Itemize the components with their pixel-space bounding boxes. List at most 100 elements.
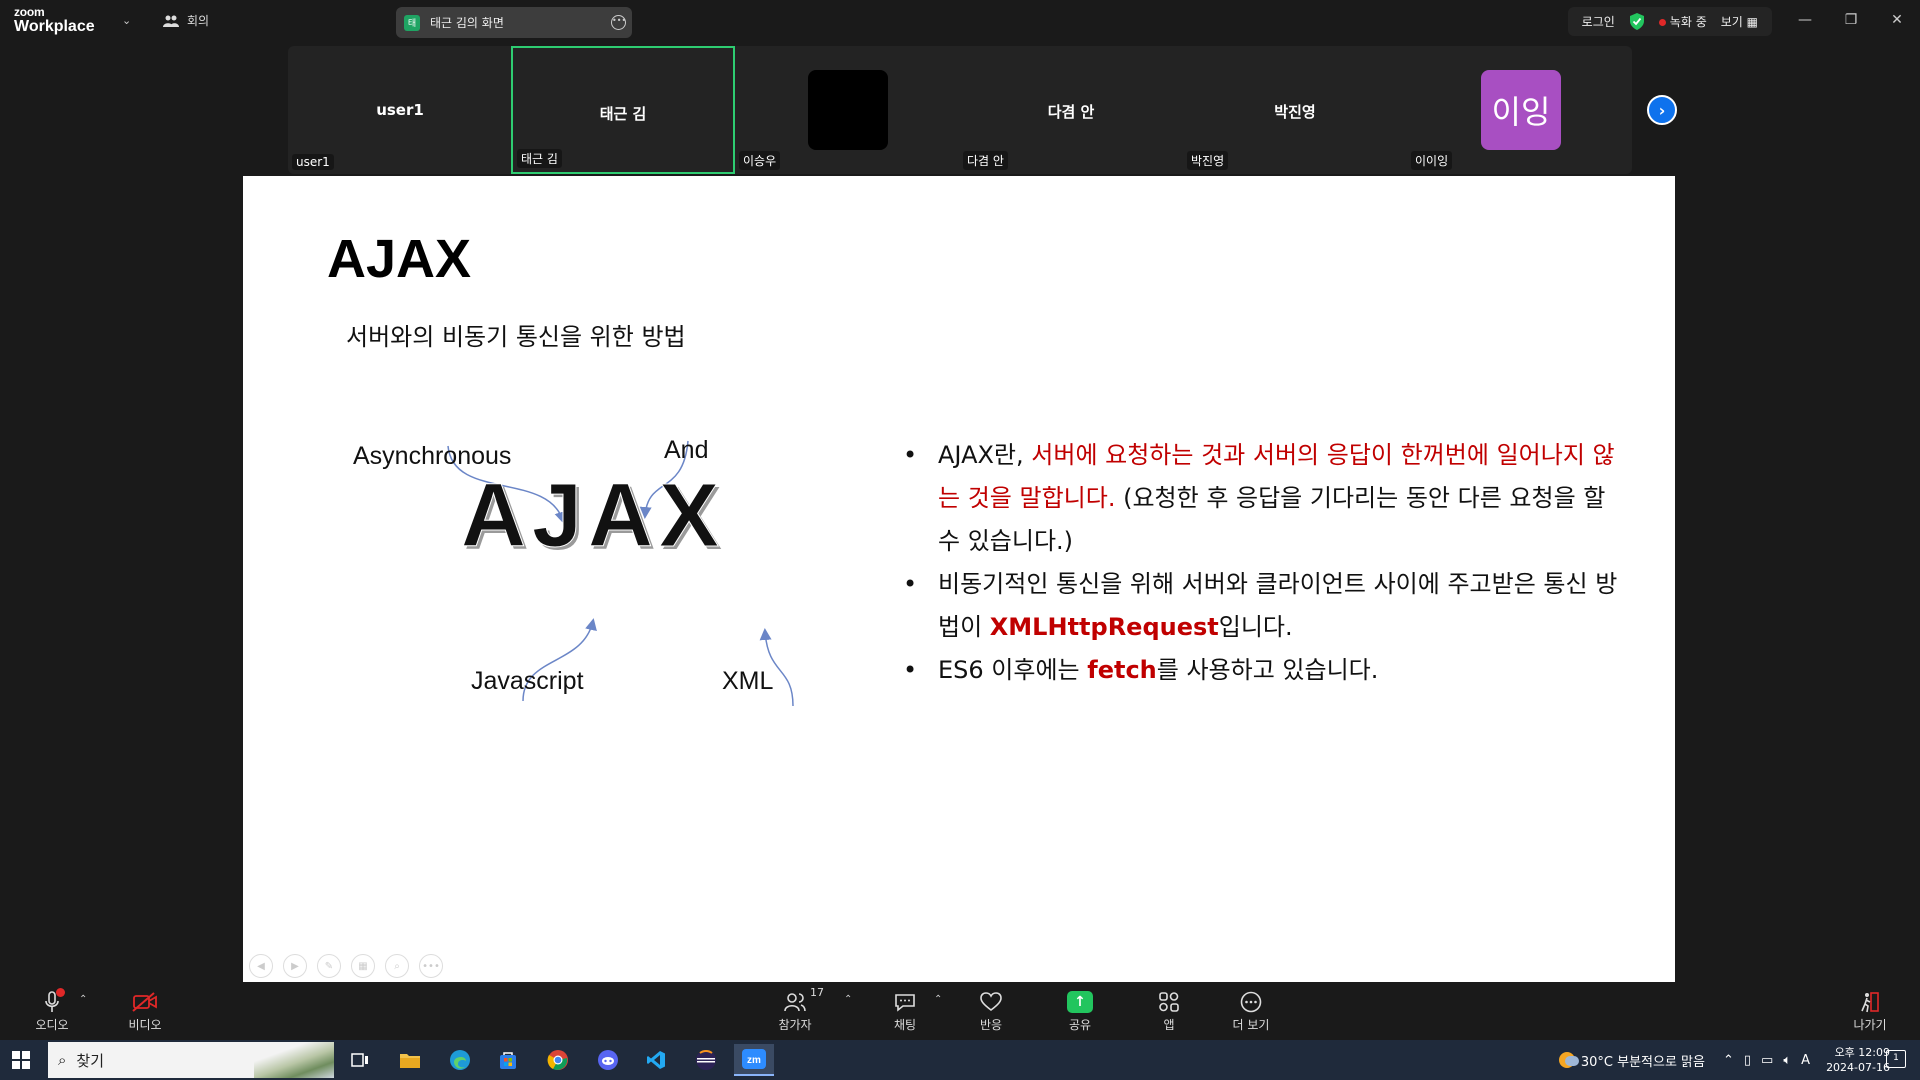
sharer-badge: 태 [404,14,420,31]
slide-subtitle: 서버와의 비동기 통신을 위한 방법 [346,323,686,351]
video-button[interactable]: 비디오 [110,988,180,1033]
apps-button[interactable]: 앱 [1134,988,1204,1033]
audio-button[interactable]: 오디오 [17,988,87,1033]
zoom-app-icon[interactable]: zm [734,1044,774,1076]
shield-check-icon[interactable] [1629,13,1645,30]
discord-icon[interactable] [588,1044,628,1076]
video-label: 비디오 [128,1018,162,1032]
bullet-item: ES6 이후에는 fetch를 사용하고 있습니다. [903,649,1623,692]
leave-button[interactable]: 나가기 [1835,988,1905,1033]
chat-button[interactable]: 채팅 [870,988,940,1033]
vscode-icon[interactable] [636,1044,676,1076]
participant-tile[interactable]: 다겸 안 다겸 안 [959,46,1183,174]
avatar: 이잉 [1481,70,1561,150]
meeting-button[interactable]: 회의 [163,12,209,29]
participants-icon [784,993,806,1012]
show-hidden-icons-chevron-icon[interactable]: ⌃ [1723,1053,1734,1068]
clock-time: 오후 12:09 [1834,1046,1890,1059]
participant-tile[interactable]: 박진영 박진영 [1183,46,1407,174]
share-screen-button[interactable]: ↑ 공유 [1045,988,1115,1033]
meeting-toolbar: 오디오 ⌃ 비디오 17 참가자 ⌃ 채팅 ⌃ 반응 ↑ 공유 앱 더 보기 나… [0,982,1920,1040]
window-controls: — ❐ ✕ [1782,0,1920,40]
notification-center-icon[interactable]: 1 [1886,1050,1906,1068]
restore-icon[interactable]: ❐ [1828,0,1874,40]
leave-label: 나가기 [1853,1018,1887,1032]
bullet-text: ES6 이후에는 [938,656,1088,684]
meeting-label: 회의 [187,14,210,28]
participants-label: 참가자 [778,1018,812,1032]
bullet-keyword: XMLHttpRequest [989,613,1219,641]
eclipse-icon[interactable] [686,1044,726,1076]
login-button[interactable]: 로그인 [1582,13,1615,30]
close-icon[interactable]: ✕ [1874,0,1920,40]
bullet-text: 를 사용하고 있습니다. [1156,656,1379,684]
bullet-text: 입니다. [1218,613,1293,641]
reactions-button[interactable]: 반응 [956,988,1026,1033]
view-label: 보기 [1720,15,1743,29]
windows-start-icon[interactable] [12,1051,30,1069]
logo-workplace-text: Workplace [14,18,95,35]
zoom-icon[interactable]: ⌕ [385,954,409,978]
search-highlight-image [254,1042,334,1078]
slideshow-tools: ◀ ▶ ✎ ▦ ⌕ ••• [249,954,443,978]
zoom-workplace-logo[interactable]: zoom Workplace [14,6,95,35]
minimize-icon[interactable]: — [1782,0,1828,40]
participant-tile-active-speaker[interactable]: 태근 김 태근 김 [511,46,735,174]
heart-icon [980,992,1002,1012]
participant-name: user1 [376,101,424,119]
edge-browser-icon[interactable] [440,1044,480,1076]
participant-name: 다겸 안 [1047,103,1095,121]
next-slide-icon[interactable]: ▶ [283,954,307,978]
chevron-down-icon[interactable]: ⌄ [122,14,131,27]
view-button[interactable]: 보기 ▦ [1721,13,1758,30]
participant-name: 태근 김 [599,105,647,123]
recording-status[interactable]: 녹화 중 [1658,13,1707,30]
top-bar: zoom Workplace ⌄ 회의 태 태근 김의 화면 ••• 로그인 녹… [0,0,1920,44]
ajax-diagram: AJAX AJAX Asynchronous And Javascript XM… [323,396,883,716]
svg-text:zm: zm [747,1055,761,1066]
more-button[interactable]: 더 보기 [1216,988,1286,1033]
screen-share-indicator[interactable]: 태 태근 김의 화면 ••• [396,7,632,38]
taskbar-search[interactable]: ⌕ 찾기 [48,1042,334,1078]
chat-icon [895,994,915,1012]
participant-strip: user1 user1 태근 김 태근 김 이승우 다겸 안 다겸 안 박진영 … [288,46,1632,174]
participants-button[interactable]: 17 참가자 [760,986,830,1033]
audio-options-chevron-icon[interactable]: ⌃ [79,994,87,1005]
participants-options-chevron-icon[interactable]: ⌃ [844,994,852,1005]
file-explorer-icon[interactable] [390,1044,430,1076]
participant-label: user1 [292,154,334,170]
microsoft-store-icon[interactable] [488,1044,528,1076]
more-icon[interactable]: ••• [419,954,443,978]
bullet-text: AJAX란, [938,441,1032,469]
windows-taskbar: ⌕ 찾기 zm 30°C 부분적으로 맑음 ⌃ ▯ ▭ 🔈︎ A 오후 12:0… [0,1040,1920,1080]
volume-icon[interactable]: 🔈︎ [1783,1053,1791,1068]
mic-alert-dot [56,988,65,997]
pen-icon[interactable]: ✎ [317,954,341,978]
more-options-icon[interactable]: ••• [611,15,626,30]
task-view-icon[interactable] [340,1044,380,1076]
diagram-label-xml: XML [722,667,774,695]
chrome-icon[interactable] [538,1044,578,1076]
share-label: 공유 [1068,1018,1092,1032]
taskbar-clock[interactable]: 오후 12:09 2024-07-16 [1826,1045,1890,1075]
participant-video-feed [808,70,888,150]
input-method-indicator[interactable]: A [1801,1053,1810,1068]
reactions-label: 반응 [979,1018,1003,1032]
next-page-arrow-icon[interactable]: › [1647,95,1677,125]
more-circle-icon [1240,991,1262,1013]
search-placeholder: 찾기 [76,1051,105,1070]
participant-tile-user1[interactable]: user1 user1 [288,46,512,174]
grid-icon: ▦ [1746,15,1758,29]
weather-widget[interactable]: 30°C 부분적으로 맑음 [1558,1051,1705,1070]
audio-label: 오디오 [35,1018,69,1032]
participant-label: 태근 김 [517,149,562,168]
share-title: 태근 김의 화면 [430,16,504,30]
device-icon[interactable]: ▯ [1744,1053,1751,1068]
people-icon [163,15,179,27]
weather-partly-sunny-icon [1558,1052,1579,1068]
chat-options-chevron-icon[interactable]: ⌃ [934,994,942,1005]
slides-grid-icon[interactable]: ▦ [351,954,375,978]
network-icon[interactable]: ▭ [1761,1053,1773,1068]
leave-door-icon [1861,992,1879,1013]
previous-slide-icon[interactable]: ◀ [249,954,273,978]
